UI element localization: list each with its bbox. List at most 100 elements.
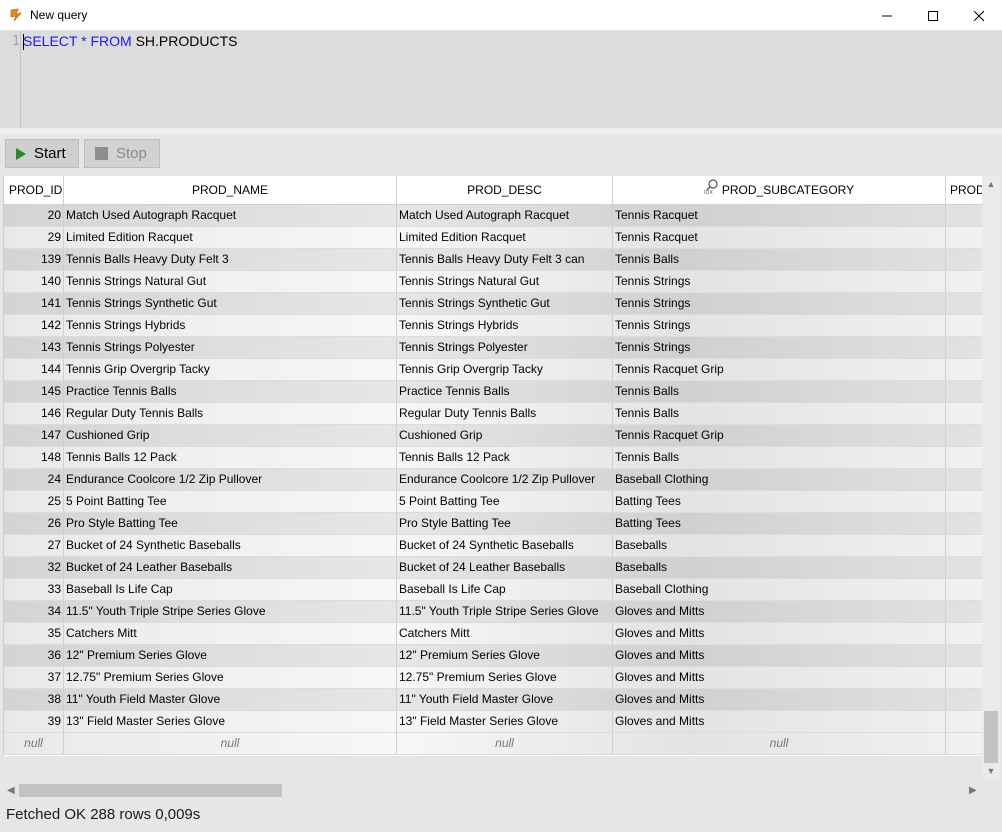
cell-prod-desc[interactable]: Bucket of 24 Synthetic Baseballs	[397, 535, 613, 556]
cell-prod-name[interactable]: Practice Tennis Balls	[64, 381, 397, 402]
cell-prod-desc[interactable]: Tennis Strings Hybrids	[397, 315, 613, 336]
cell-prod-name[interactable]: Bucket of 24 Synthetic Baseballs	[64, 535, 397, 556]
cell-prod-name[interactable]: Cushioned Grip	[64, 425, 397, 446]
cell-prod-more[interactable]	[946, 623, 982, 644]
table-row[interactable]: 36 12" Premium Series Glove 12" Premium Se…	[4, 645, 982, 667]
cell-prod-more[interactable]	[946, 689, 982, 710]
scroll-up-icon[interactable]: ▲	[986, 179, 996, 189]
cell-prod-id[interactable]: 35	[4, 623, 64, 644]
cell-prod-more[interactable]	[946, 447, 982, 468]
table-row[interactable]: 140 Tennis Strings Natural Gut Tennis Stri…	[4, 271, 982, 293]
cell-prod-name[interactable]: Pro Style Batting Tee	[64, 513, 397, 534]
cell-prod-more[interactable]	[946, 711, 982, 732]
cell-prod-name[interactable]: Tennis Balls 12 Pack	[64, 447, 397, 468]
cell-prod-name[interactable]: Baseball Is Life Cap	[64, 579, 397, 600]
cell-prod-name[interactable]: 5 Point Batting Tee	[64, 491, 397, 512]
cell-prod-subcategory[interactable]: Tennis Balls	[613, 447, 946, 468]
cell-prod-subcategory[interactable]: Tennis Strings	[613, 337, 946, 358]
table-row[interactable]: 20 Match Used Autograph Racquet Match Used…	[4, 205, 982, 227]
cell-prod-subcategory[interactable]: Tennis Racquet Grip	[613, 359, 946, 380]
table-row[interactable]: 25 5 Point Batting Tee 5 Point Batting Tee…	[4, 491, 982, 513]
cell-prod-name[interactable]: 12" Premium Series Glove	[64, 645, 397, 666]
cell-prod-name[interactable]: 13" Field Master Series Glove	[64, 711, 397, 732]
table-row[interactable]: 139 Tennis Balls Heavy Duty Felt 3 Tennis …	[4, 249, 982, 271]
cell-prod-id[interactable]: 34	[4, 601, 64, 622]
cell-prod-desc[interactable]: Pro Style Batting Tee	[397, 513, 613, 534]
cell-prod-desc[interactable]: 12" Premium Series Glove	[397, 645, 613, 666]
scroll-left-icon[interactable]: ◀	[7, 785, 15, 796]
cell-prod-id[interactable]: 147	[4, 425, 64, 446]
table-row[interactable]: 32 Bucket of 24 Leather Baseballs Bucket o…	[4, 557, 982, 579]
cell-prod-more[interactable]	[946, 205, 982, 226]
cell-prod-more[interactable]	[946, 381, 982, 402]
cell-prod-id[interactable]: 24	[4, 469, 64, 490]
cell-prod-name[interactable]: Limited Edition Racquet	[64, 227, 397, 248]
vertical-scroll-thumb[interactable]	[984, 711, 998, 763]
cell-prod-more[interactable]	[946, 491, 982, 512]
cell-prod-id[interactable]: 37	[4, 667, 64, 688]
table-row[interactable]: 38 11" Youth Field Master Glove 11" Youth …	[4, 689, 982, 711]
cell-prod-more[interactable]	[946, 227, 982, 248]
cell-prod-subcategory[interactable]: Tennis Strings	[613, 271, 946, 292]
cell-prod-desc[interactable]: Tennis Grip Overgrip Tacky	[397, 359, 613, 380]
table-row-new[interactable]: null null null null	[4, 733, 982, 755]
cell-prod-subcategory[interactable]: Gloves and Mitts	[613, 711, 946, 732]
cell-prod-name[interactable]: 11" Youth Field Master Glove	[64, 689, 397, 710]
cell-prod-id[interactable]: 26	[4, 513, 64, 534]
column-header-prod-more[interactable]: PROD	[946, 176, 982, 205]
cell-prod-id[interactable]: 148	[4, 447, 64, 468]
table-row[interactable]: 39 13" Field Master Series Glove 13" Field…	[4, 711, 982, 733]
cell-prod-subcategory[interactable]: Gloves and Mitts	[613, 601, 946, 622]
cell-prod-more[interactable]	[946, 645, 982, 666]
cell-prod-desc[interactable]: 11" Youth Field Master Glove	[397, 689, 613, 710]
table-row[interactable]: 37 12.75" Premium Series Glove 12.75" Prem…	[4, 667, 982, 689]
cell-prod-name[interactable]: Match Used Autograph Racquet	[64, 205, 397, 226]
cell-prod-desc[interactable]: Limited Edition Racquet	[397, 227, 613, 248]
cell-prod-name[interactable]: 11.5" Youth Triple Stripe Series Glove	[64, 601, 397, 622]
table-row[interactable]: 33 Baseball Is Life Cap Baseball Is Life C…	[4, 579, 982, 601]
cell-prod-more[interactable]	[946, 601, 982, 622]
cell-null[interactable]: null	[397, 733, 613, 754]
table-row[interactable]: 144 Tennis Grip Overgrip Tacky Tennis Grip…	[4, 359, 982, 381]
cell-prod-desc[interactable]: Tennis Strings Polyester	[397, 337, 613, 358]
cell-prod-more[interactable]	[946, 535, 982, 556]
cell-prod-id[interactable]: 25	[4, 491, 64, 512]
cell-prod-id[interactable]: 29	[4, 227, 64, 248]
table-row[interactable]: 145 Practice Tennis Balls Practice Tennis …	[4, 381, 982, 403]
column-header-prod-id[interactable]: PROD_ID	[4, 176, 64, 205]
cell-prod-subcategory[interactable]: Gloves and Mitts	[613, 645, 946, 666]
cell-prod-id[interactable]: 32	[4, 557, 64, 578]
horizontal-scroll-thumb[interactable]	[19, 784, 282, 797]
start-button[interactable]: Start	[5, 139, 79, 168]
cell-prod-subcategory[interactable]: Baseball Clothing	[613, 579, 946, 600]
cell-prod-more[interactable]	[946, 249, 982, 270]
cell-prod-name[interactable]: Tennis Grip Overgrip Tacky	[64, 359, 397, 380]
table-row[interactable]: 147 Cushioned Grip Cushioned Grip Tennis Ra…	[4, 425, 982, 447]
stop-button[interactable]: Stop	[84, 139, 160, 168]
close-button[interactable]	[956, 0, 1002, 31]
cell-prod-more[interactable]	[946, 315, 982, 336]
cell-prod-subcategory[interactable]: Gloves and Mitts	[613, 623, 946, 644]
cell-prod-id[interactable]: 144	[4, 359, 64, 380]
cell-prod-name[interactable]: 12.75" Premium Series Glove	[64, 667, 397, 688]
table-row[interactable]: 148 Tennis Balls 12 Pack Tennis Balls 12 P…	[4, 447, 982, 469]
cell-prod-subcategory[interactable]: Tennis Balls	[613, 249, 946, 270]
cell-prod-id[interactable]: 36	[4, 645, 64, 666]
cell-prod-desc[interactable]: Cushioned Grip	[397, 425, 613, 446]
table-row[interactable]: 26 Pro Style Batting Tee Pro Style Batting…	[4, 513, 982, 535]
cell-prod-id[interactable]: 143	[4, 337, 64, 358]
cell-prod-name[interactable]: Bucket of 24 Leather Baseballs	[64, 557, 397, 578]
cell-prod-name[interactable]: Tennis Balls Heavy Duty Felt 3	[64, 249, 397, 270]
cell-prod-more[interactable]	[946, 733, 982, 754]
cell-prod-subcategory[interactable]: Tennis Balls	[613, 403, 946, 424]
cell-prod-desc[interactable]: Tennis Strings Natural Gut	[397, 271, 613, 292]
table-row[interactable]: 146 Regular Duty Tennis Balls Regular Duty…	[4, 403, 982, 425]
cell-prod-name[interactable]: Tennis Strings Polyester	[64, 337, 397, 358]
table-row[interactable]: 34 11.5" Youth Triple Stripe Series Glove…	[4, 601, 982, 623]
table-row[interactable]: 142 Tennis Strings Hybrids Tennis Strings …	[4, 315, 982, 337]
cell-prod-more[interactable]	[946, 337, 982, 358]
cell-prod-desc[interactable]: Endurance Coolcore 1/2 Zip Pullover	[397, 469, 613, 490]
cell-prod-desc[interactable]: Tennis Balls Heavy Duty Felt 3 can	[397, 249, 613, 270]
cell-prod-id[interactable]: 146	[4, 403, 64, 424]
cell-prod-subcategory[interactable]: Gloves and Mitts	[613, 667, 946, 688]
